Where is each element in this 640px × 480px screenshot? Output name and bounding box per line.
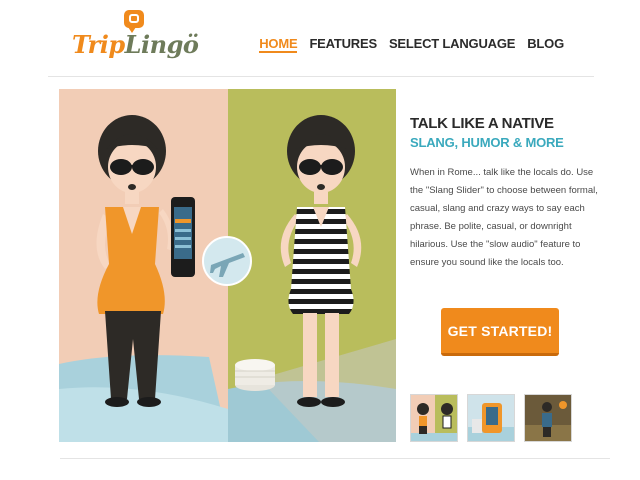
thumbnail-two-women[interactable] [410,394,458,442]
nav-blog[interactable]: BLOG [527,36,564,51]
feature-description: When in Rome... talk like the locals do.… [410,167,598,268]
feature-panel: TALK LIKE A NATIVE SLANG, HUMOR & MORE W… [410,115,610,272]
two-travelers-illustration [59,89,396,442]
feature-headline: TALK LIKE A NATIVE [410,115,554,132]
plate-stack-icon [235,359,275,391]
feature-subhead: SLANG, HUMOR & MORE [410,135,564,150]
site-header: TripLingö HOME FEATURES SELECT LANGUAGE … [0,0,640,72]
triplingo-logo[interactable]: TripLingö [72,8,199,64]
nav-features[interactable]: FEATURES [309,36,377,51]
speech-bubble-icon [124,10,144,33]
logo-wordmark: TripLingö [72,30,199,59]
figure-thumbnail-icon [525,395,571,441]
get-started-button[interactable]: GET STARTED! [441,308,559,356]
nav-home[interactable]: HOME [259,36,298,53]
thumbnail-strip [410,394,572,442]
two-women-thumbnail-icon [411,395,457,441]
hero-illustration [59,89,396,442]
phone-thumbnail-icon [468,395,514,441]
nav-select-language[interactable]: SELECT LANGUAGE [389,36,515,51]
header-divider [48,76,594,77]
thumbnail-phone[interactable] [467,394,515,442]
thumbnail-figure[interactable] [524,394,572,442]
main-nav: HOME FEATURES SELECT LANGUAGE BLOG [259,36,564,53]
content-divider [60,458,610,459]
airplane-badge-icon [202,236,252,286]
